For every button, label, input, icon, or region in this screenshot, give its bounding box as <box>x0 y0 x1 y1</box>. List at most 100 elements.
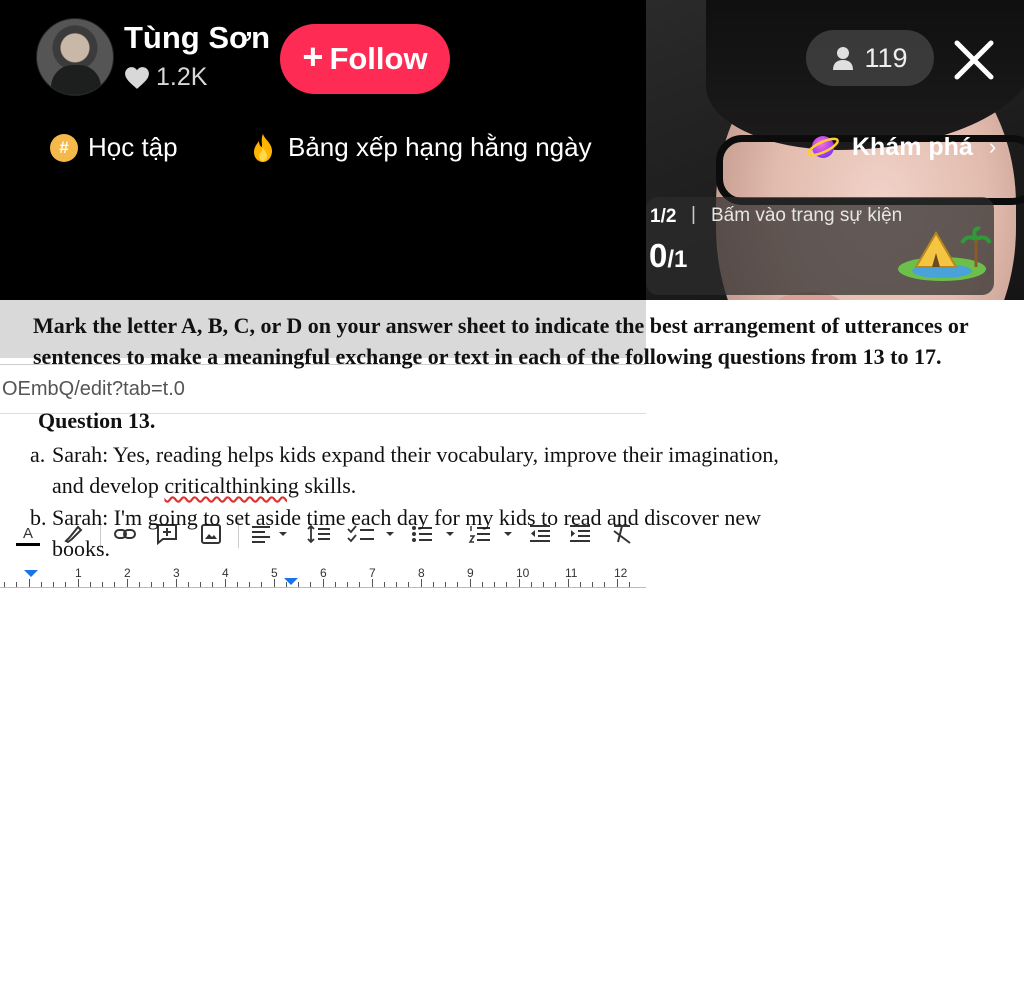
ruler-tick <box>555 582 557 587</box>
daily-ranking-link[interactable]: Bảng xếp hạng hằng ngày <box>250 132 592 163</box>
event-text: Bấm vào trang sự kiện <box>711 205 903 226</box>
ruler-tick <box>28 579 30 587</box>
ruler-tick <box>518 579 520 587</box>
ruler-tick <box>396 582 397 587</box>
close-icon[interactable] <box>952 38 996 82</box>
docs-ruler[interactable]: 1 2 3 4 5 6 7 8 9 10 11 12 <box>0 566 646 588</box>
category-tag[interactable]: # Học tập <box>50 132 178 163</box>
ruler-tick <box>249 582 250 587</box>
event-separator: | <box>691 204 696 225</box>
event-progress: 0/1 <box>649 237 687 275</box>
left-indent-marker[interactable] <box>24 570 38 577</box>
ruler-tick <box>138 582 140 587</box>
ruler-number: 6 <box>320 566 327 580</box>
ruler-tick <box>200 582 201 587</box>
ruler-number: 10 <box>516 566 530 580</box>
likes-count: 1.2K <box>156 63 208 91</box>
ruler-tick <box>16 582 18 587</box>
ruler-tick <box>420 579 422 587</box>
option-a-line2-pre: and develop <box>52 473 165 498</box>
category-label: Học tập <box>88 132 178 162</box>
ruler-tick <box>359 582 361 587</box>
ruler-tick <box>579 582 581 587</box>
fire-icon <box>254 133 272 162</box>
option-a-line2: and develop criticalthinking skills. <box>30 470 930 501</box>
ruler-tick <box>4 582 5 587</box>
ruler-tick <box>494 582 495 587</box>
explore-label: Khám phá <box>852 132 973 161</box>
person-icon <box>833 47 854 70</box>
explore-link[interactable]: Khám phá › <box>806 130 996 164</box>
ruler-number: 9 <box>467 566 474 580</box>
ruler-tick <box>212 582 214 587</box>
ruler-tick <box>273 579 275 587</box>
ruler-tick <box>322 579 324 587</box>
ruler-tick <box>457 582 459 587</box>
ruler-tick <box>261 582 263 587</box>
question-title: Question 13. <box>38 408 156 433</box>
ruler-tick <box>567 579 569 587</box>
host-name[interactable]: Tùng Sơn <box>124 20 270 56</box>
ruler-tick <box>236 582 238 587</box>
ruler-tick <box>224 579 226 587</box>
ruler-tick <box>285 582 287 587</box>
ruler-tick <box>506 582 508 587</box>
ruler-tick <box>383 582 385 587</box>
ruler-tick <box>408 582 410 587</box>
ruler-tick <box>334 582 336 587</box>
option-a-line1: Sarah: Yes, reading helps kids expand th… <box>52 442 779 467</box>
ruler-tick <box>89 582 91 587</box>
ruler-tick <box>53 582 54 587</box>
ruler-tick <box>126 579 128 587</box>
ruler-tick <box>481 582 483 587</box>
misspelled-word[interactable]: criticalthinking <box>164 473 298 498</box>
heart-icon <box>125 66 149 89</box>
planet-icon <box>807 136 839 158</box>
ruler-tick <box>543 582 544 587</box>
ruler-tick <box>151 582 152 587</box>
ruler-tick <box>432 582 434 587</box>
ruler-tick <box>592 582 593 587</box>
follow-button[interactable]: + Follow <box>280 24 450 94</box>
ruler-tick <box>102 582 103 587</box>
hashtag-icon: # <box>50 133 78 162</box>
ruler-tick <box>298 582 299 587</box>
ruler-tick <box>77 579 79 587</box>
option-b-line2: books. <box>52 536 111 561</box>
event-step: 1/2 <box>650 206 677 227</box>
ruler-number: 3 <box>173 566 180 580</box>
host-avatar[interactable] <box>36 18 114 96</box>
ruler-tick <box>175 579 177 587</box>
ruler-tick <box>530 582 532 587</box>
ruler-number: 4 <box>222 566 229 580</box>
ruler-number: 11 <box>565 566 578 580</box>
ruler-tick <box>445 582 446 587</box>
option-a-label: a. <box>30 442 46 467</box>
event-progress-num: 0 <box>649 237 668 274</box>
host-likes: 1.2K <box>124 63 207 92</box>
ruler-tick <box>371 579 373 587</box>
campsite-icon <box>898 226 992 281</box>
question-instruction: Mark the letter A, B, C, or D on your an… <box>33 313 969 369</box>
ruler-tick <box>65 582 67 587</box>
ruler-tick <box>163 582 165 587</box>
screen-share-area: OEmbQ/edit?tab=t.0 A 1 2 3 4 5 6 7 8 9 1… <box>0 300 1024 982</box>
event-task-card[interactable]: 1/2 | Bấm vào trang sự kiện 0/1 <box>646 197 994 295</box>
ruler-tick <box>310 582 312 587</box>
ruler-tick <box>604 582 606 587</box>
plus-icon: + <box>302 36 324 77</box>
ruler-number: 1 <box>75 566 82 580</box>
ruler-tick <box>40 582 42 587</box>
chevron-right-icon: › <box>988 134 997 159</box>
ruler-tick <box>114 582 116 587</box>
ruler-tick <box>347 582 348 587</box>
address-url: OEmbQ/edit?tab=t.0 <box>2 377 185 400</box>
ruler-number: 5 <box>271 566 278 580</box>
viewer-count-pill[interactable]: 119 <box>806 30 934 86</box>
ranking-label: Bảng xếp hạng hằng ngày <box>288 132 592 162</box>
ruler-tick <box>469 579 471 587</box>
event-progress-den: /1 <box>667 246 688 273</box>
follow-label: Follow <box>329 41 428 76</box>
ruler-number: 2 <box>124 566 131 580</box>
ruler-tick <box>187 582 189 587</box>
